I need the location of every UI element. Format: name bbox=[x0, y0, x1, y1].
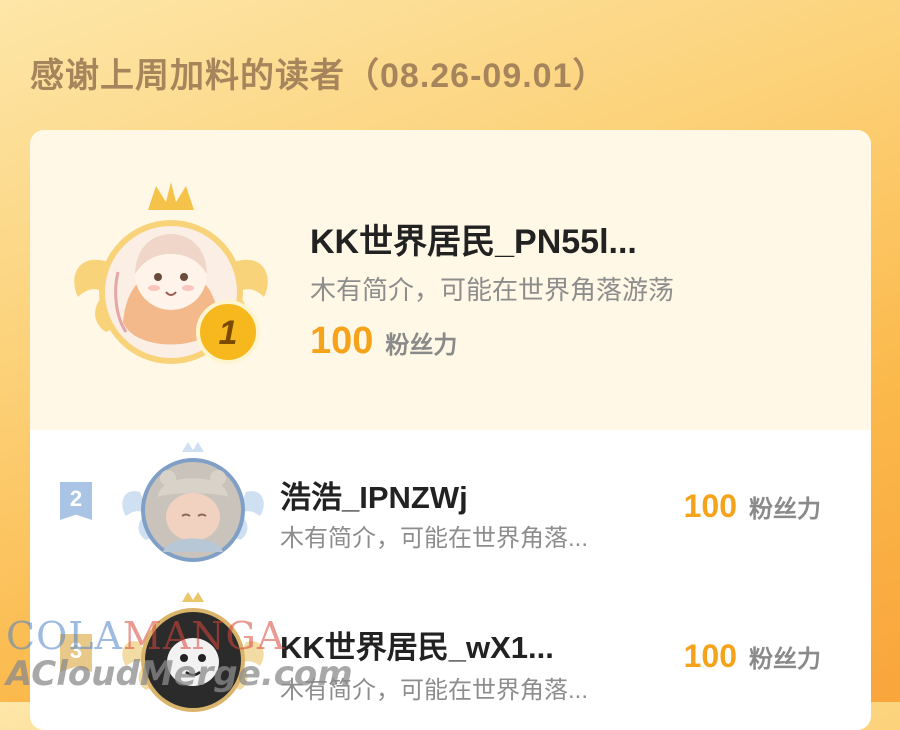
reader-name[interactable]: KK世界居民_PN55l... bbox=[310, 214, 637, 263]
page-title: 感谢上周加料的读者（08.26-09.01） bbox=[30, 57, 608, 95]
reader-bio: 木有简介，可能在世界角落游荡 bbox=[310, 275, 675, 305]
fans-count: 100 bbox=[310, 320, 374, 362]
reader-item-3[interactable]: 3 KK世界居民_wX1... 木有简介，可能在世界角落... 100 粉丝力 bbox=[30, 580, 871, 730]
crown-icon bbox=[182, 592, 204, 602]
fans-count: 100 bbox=[683, 488, 737, 524]
fans-power: 100 粉丝力 bbox=[684, 488, 821, 525]
fans-count: 100 bbox=[683, 638, 737, 674]
avatar-cartoon-illustration bbox=[167, 638, 219, 686]
fans-unit: 粉丝力 bbox=[385, 332, 458, 359]
fans-power: 100 粉丝力 bbox=[310, 320, 457, 363]
bronze-avatar-badge bbox=[122, 592, 264, 712]
readers-card: 1 KK世界居民_PN55l... 木有简介，可能在世界角落游荡 100 粉丝力… bbox=[30, 130, 871, 730]
fans-unit: 粉丝力 bbox=[749, 496, 821, 523]
fans-unit: 粉丝力 bbox=[749, 646, 821, 673]
reader-name[interactable]: 浩浩_IPNZWj bbox=[280, 472, 468, 517]
rank-badge: 3 bbox=[60, 634, 92, 672]
reader-item-1[interactable]: 1 KK世界居民_PN55l... 木有简介，可能在世界角落游荡 100 粉丝力 bbox=[30, 130, 871, 430]
rank-badge: 2 bbox=[60, 482, 92, 520]
reader-item-2[interactable]: 2 浩浩_IPNZWj 木有简介，可能在世界角落... 100 粉丝力 bbox=[30, 430, 871, 580]
svg-text:1: 1 bbox=[219, 314, 238, 352]
reader-name[interactable]: KK世界居民_wX1... bbox=[280, 622, 554, 667]
crown-icon bbox=[148, 182, 194, 210]
crown-icon bbox=[182, 442, 204, 452]
reader-bio: 木有简介，可能在世界角落... bbox=[280, 677, 589, 704]
gold-avatar-badge: 1 bbox=[74, 182, 268, 364]
silver-avatar-badge bbox=[122, 442, 264, 562]
fans-power: 100 粉丝力 bbox=[684, 638, 821, 675]
reader-bio: 木有简介，可能在世界角落... bbox=[280, 525, 589, 552]
